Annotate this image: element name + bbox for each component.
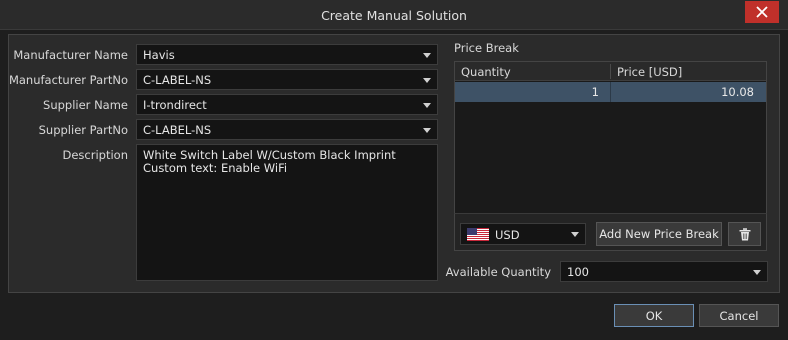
manufacturer-name-dropdown[interactable]: Havis bbox=[136, 44, 438, 65]
supplier-name-label: Supplier Name bbox=[43, 98, 128, 112]
chevron-down-icon bbox=[423, 103, 431, 108]
column-header-price[interactable]: Price [USD] bbox=[617, 65, 682, 79]
dialog-title: Create Manual Solution bbox=[321, 8, 467, 23]
close-icon bbox=[756, 6, 768, 18]
description-line: Custom text: Enable WiFi bbox=[143, 161, 288, 175]
quantity-cell[interactable]: 1 bbox=[455, 85, 599, 99]
price-break-title: Price Break bbox=[454, 41, 519, 55]
supplier-name-dropdown[interactable]: I-trondirect bbox=[136, 94, 438, 115]
delete-price-break-button[interactable] bbox=[728, 222, 761, 246]
supplier-partno-label: Supplier PartNo bbox=[38, 123, 128, 137]
chevron-down-icon bbox=[571, 232, 579, 237]
description-textarea[interactable]: White Switch Label W/Custom Black Imprin… bbox=[136, 144, 438, 281]
close-button[interactable] bbox=[745, 1, 779, 23]
table-row[interactable]: 1 10.08 bbox=[455, 82, 766, 102]
column-header-quantity[interactable]: Quantity bbox=[461, 65, 511, 79]
trash-icon bbox=[739, 227, 750, 240]
add-price-break-button[interactable]: Add New Price Break bbox=[596, 222, 722, 246]
cancel-button[interactable]: Cancel bbox=[699, 304, 779, 327]
chevron-down-icon bbox=[423, 53, 431, 58]
column-divider bbox=[610, 64, 611, 79]
manufacturer-partno-dropdown[interactable]: C-LABEL-NS bbox=[136, 69, 438, 90]
supplier-partno-dropdown[interactable]: C-LABEL-NS bbox=[136, 119, 438, 140]
available-quantity-dropdown[interactable]: 100 bbox=[560, 261, 768, 282]
manufacturer-partno-value: C-LABEL-NS bbox=[143, 73, 212, 87]
currency-dropdown[interactable]: USD bbox=[460, 223, 586, 245]
supplier-partno-value: C-LABEL-NS bbox=[143, 123, 212, 137]
us-flag-icon bbox=[467, 228, 489, 241]
manufacturer-name-label: Manufacturer Name bbox=[13, 48, 128, 62]
chevron-down-icon bbox=[423, 128, 431, 133]
currency-value: USD bbox=[495, 228, 520, 242]
ok-button[interactable]: OK bbox=[614, 304, 694, 327]
title-bar: Create Manual Solution bbox=[0, 0, 788, 30]
grid-header: Quantity Price [USD] bbox=[455, 62, 766, 81]
chevron-down-icon bbox=[423, 78, 431, 83]
chevron-down-icon bbox=[753, 270, 761, 275]
available-quantity-label: Available Quantity bbox=[445, 265, 551, 279]
available-quantity-value: 100 bbox=[567, 265, 589, 279]
manufacturer-partno-label: Manufacturer PartNo bbox=[8, 73, 128, 87]
supplier-name-value: I-trondirect bbox=[143, 98, 207, 112]
price-cell[interactable]: 10.08 bbox=[611, 85, 754, 99]
manufacturer-name-value: Havis bbox=[143, 48, 175, 62]
description-label: Description bbox=[62, 148, 129, 162]
